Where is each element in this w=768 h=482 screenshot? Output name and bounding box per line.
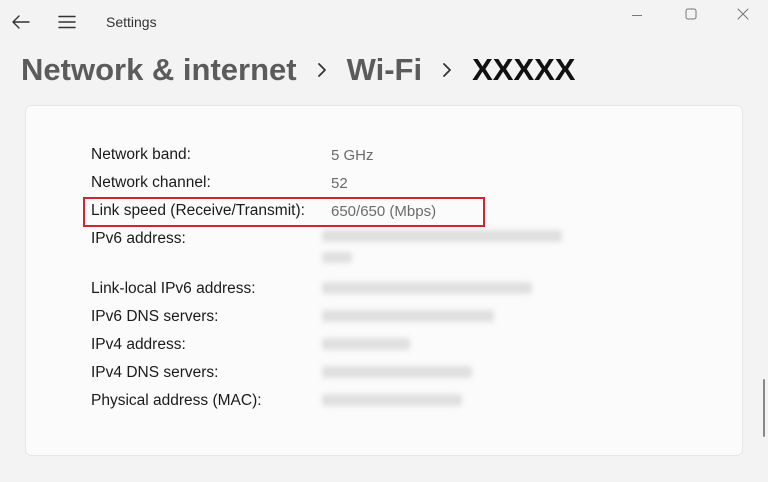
blurred-ipv4-address [322,338,410,350]
blurred-ipv4-dns [322,366,472,378]
value-network-band: 5 GHz [331,147,374,164]
breadcrumb-wifi[interactable]: Wi-Fi [347,52,422,88]
blurred-mac-address [322,394,462,406]
back-button[interactable] [8,9,34,35]
breadcrumb-network-internet[interactable]: Network & internet [21,52,297,88]
blurred-link-local-ipv6 [322,282,532,294]
value-network-channel: 52 [331,175,348,192]
scrollbar[interactable] [763,379,765,437]
title-bar: Settings [0,0,768,46]
maximize-icon [685,8,697,20]
minimize-icon [632,15,642,16]
minimize-button[interactable] [625,3,649,25]
arrow-left-icon [12,15,30,29]
label-ipv4-dns: IPv4 DNS servers: [91,364,219,381]
close-button[interactable] [731,3,755,25]
label-ipv6-dns: IPv6 DNS servers: [91,308,219,325]
label-ipv6-address: IPv6 address: [91,230,186,247]
breadcrumb: Network & internet Wi-Fi XXXXX [21,48,575,92]
link-speed-highlight [83,197,485,227]
navigation-menu-button[interactable] [54,9,80,35]
app-title: Settings [106,14,157,30]
label-mac-address: Physical address (MAC): [91,392,262,409]
label-link-local-ipv6: Link-local IPv6 address: [91,280,256,297]
breadcrumb-network-name: XXXXX [472,52,576,87]
hamburger-menu-icon [58,15,76,29]
blurred-ipv6-address-line-1 [322,230,562,242]
blurred-ipv6-address-line-2 [322,252,352,263]
blurred-ipv6-dns [322,310,494,322]
close-icon [737,8,749,20]
chevron-right-icon [422,55,472,85]
chevron-right-icon [297,55,347,85]
label-ipv4-address: IPv4 address: [91,336,186,353]
label-network-band: Network band: [91,146,191,163]
maximize-button[interactable] [679,3,703,25]
label-network-channel: Network channel: [91,174,211,191]
